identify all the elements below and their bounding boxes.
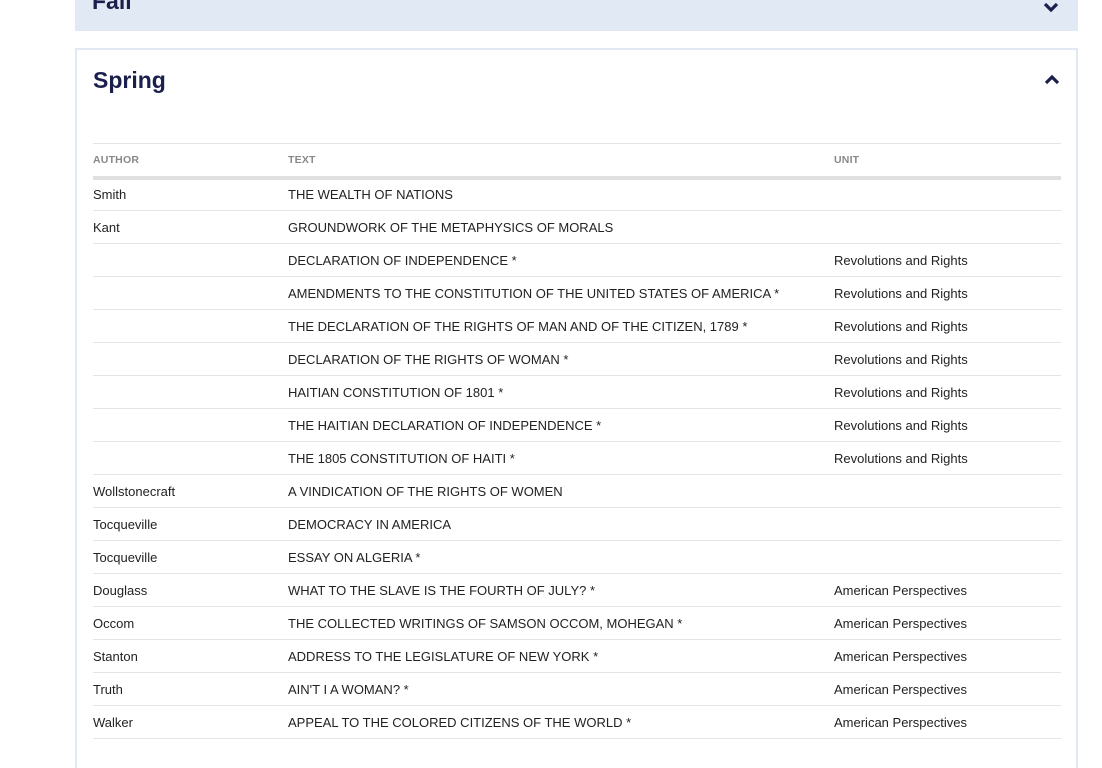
cell-text: ADDRESS TO THE LEGISLATURE OF NEW YORK *	[288, 639, 834, 673]
cell-unit: American Perspectives	[834, 672, 1061, 706]
cell-author	[93, 375, 288, 409]
cell-author	[93, 309, 288, 343]
table-row: Tocqueville ESSAY ON ALGERIA *	[93, 540, 1061, 574]
table-row: Occom THE COLLECTED WRITINGS OF SAMSON OC…	[93, 606, 1061, 640]
column-header-author: AUTHOR	[93, 143, 288, 180]
cell-unit	[834, 210, 1061, 244]
cell-author	[93, 408, 288, 442]
cell-unit	[834, 177, 1061, 211]
cell-unit: Revolutions and Rights	[834, 342, 1061, 376]
cell-text: THE HAITIAN DECLARATION OF INDEPENDENCE …	[288, 408, 834, 442]
table-row: Tocqueville DEMOCRACY IN AMERICA	[93, 507, 1061, 541]
cell-unit: Revolutions and Rights	[834, 243, 1061, 277]
column-header-text: TEXT	[288, 143, 834, 180]
cell-text: GROUNDWORK OF THE METAPHYSICS OF MORALS	[288, 210, 834, 244]
cell-author: Douglass	[93, 573, 288, 607]
cell-unit: American Perspectives	[834, 639, 1061, 673]
column-header-unit: UNIT	[834, 143, 1061, 180]
cell-text: AMENDMENTS TO THE CONSTITUTION OF THE UN…	[288, 276, 834, 310]
cell-author: Tocqueville	[93, 507, 288, 541]
cell-text: DECLARATION OF THE RIGHTS OF WOMAN *	[288, 342, 834, 376]
readings-table: AUTHOR TEXT UNIT Smith THE WEALTH OF NATI…	[93, 143, 1061, 739]
table-row: Wollstonecraft A VINDICATION OF THE RIGHT…	[93, 474, 1061, 508]
table-row: THE 1805 CONSTITUTION OF HAITI * Revoluti…	[93, 441, 1061, 475]
accordion-title-fall: Fall	[92, 0, 132, 14]
accordion-fall[interactable]: Fall	[75, 0, 1078, 31]
table-header-row: AUTHOR TEXT UNIT	[93, 143, 1061, 180]
table-row: AMENDMENTS TO THE CONSTITUTION OF THE UN…	[93, 276, 1061, 310]
table-row: DECLARATION OF THE RIGHTS OF WOMAN * Revo…	[93, 342, 1061, 376]
chevron-up-icon[interactable]	[1043, 71, 1061, 89]
table-row: DECLARATION OF INDEPENDENCE * Revolutions…	[93, 243, 1061, 277]
cell-unit: American Perspectives	[834, 573, 1061, 607]
cell-author: Wollstonecraft	[93, 474, 288, 508]
cell-author: Walker	[93, 705, 288, 739]
cell-text: AIN'T I A WOMAN? *	[288, 672, 834, 706]
cell-text: THE DECLARATION OF THE RIGHTS OF MAN AND…	[288, 309, 834, 343]
table-row: THE HAITIAN DECLARATION OF INDEPENDENCE …	[93, 408, 1061, 442]
cell-text: HAITIAN CONSTITUTION OF 1801 *	[288, 375, 834, 409]
table-row: Truth AIN'T I A WOMAN? * American Perspect…	[93, 672, 1061, 706]
cell-unit: American Perspectives	[834, 705, 1061, 739]
cell-author: Tocqueville	[93, 540, 288, 574]
table-row: Kant GROUNDWORK OF THE METAPHYSICS OF MOR…	[93, 210, 1061, 244]
cell-text: THE WEALTH OF NATIONS	[288, 177, 834, 211]
cell-text: DEMOCRACY IN AMERICA	[288, 507, 834, 541]
cell-text: ESSAY ON ALGERIA *	[288, 540, 834, 574]
cell-text: THE COLLECTED WRITINGS OF SAMSON OCCOM, …	[288, 606, 834, 640]
cell-unit	[834, 507, 1061, 541]
cell-unit: Revolutions and Rights	[834, 309, 1061, 343]
cell-author: Occom	[93, 606, 288, 640]
cell-unit: American Perspectives	[834, 606, 1061, 640]
chevron-down-icon[interactable]	[1042, 0, 1060, 16]
table-row: Walker APPEAL TO THE COLORED CITIZENS OF …	[93, 705, 1061, 739]
accordion-title-spring[interactable]: Spring	[93, 67, 166, 94]
cell-author: Truth	[93, 672, 288, 706]
table-row: Smith THE WEALTH OF NATIONS	[93, 177, 1061, 211]
cell-unit: Revolutions and Rights	[834, 408, 1061, 442]
cell-unit: Revolutions and Rights	[834, 375, 1061, 409]
cell-author: Kant	[93, 210, 288, 244]
cell-unit	[834, 540, 1061, 574]
cell-author	[93, 342, 288, 376]
accordion-spring: Spring AUTHOR TEXT UNIT Smith THE WEALTH …	[75, 48, 1078, 768]
cell-unit	[834, 474, 1061, 508]
table-row: Stanton ADDRESS TO THE LEGISLATURE OF NEW…	[93, 639, 1061, 673]
cell-text: WHAT TO THE SLAVE IS THE FOURTH OF JULY?…	[288, 573, 834, 607]
cell-text: DECLARATION OF INDEPENDENCE *	[288, 243, 834, 277]
cell-unit: Revolutions and Rights	[834, 276, 1061, 310]
cell-author	[93, 243, 288, 277]
cell-text: APPEAL TO THE COLORED CITIZENS OF THE WO…	[288, 705, 834, 739]
cell-unit: Revolutions and Rights	[834, 441, 1061, 475]
table-row: Douglass WHAT TO THE SLAVE IS THE FOURTH …	[93, 573, 1061, 607]
cell-author	[93, 276, 288, 310]
cell-author: Smith	[93, 177, 288, 211]
cell-author: Stanton	[93, 639, 288, 673]
cell-author	[93, 441, 288, 475]
table-row: THE DECLARATION OF THE RIGHTS OF MAN AND…	[93, 309, 1061, 343]
cell-text: A VINDICATION OF THE RIGHTS OF WOMEN	[288, 474, 834, 508]
cell-text: THE 1805 CONSTITUTION OF HAITI *	[288, 441, 834, 475]
table-row: HAITIAN CONSTITUTION OF 1801 * Revolution…	[93, 375, 1061, 409]
